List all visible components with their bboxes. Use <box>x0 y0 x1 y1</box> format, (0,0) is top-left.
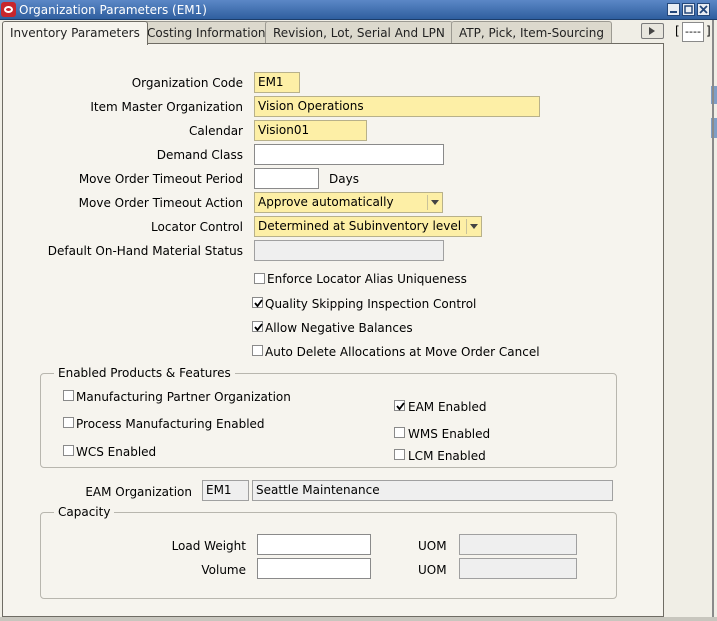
window-border <box>712 20 714 621</box>
default-onhand-status-field[interactable] <box>254 240 444 261</box>
enforce-locator-alias-checkbox[interactable] <box>254 273 265 284</box>
load-weight-uom-label: UOM <box>418 539 447 553</box>
enforce-locator-alias-label: Enforce Locator Alias Uniqueness <box>267 272 467 286</box>
move-order-timeout-action-label: Move Order Timeout Action <box>78 196 243 210</box>
calendar-label: Calendar <box>189 124 243 138</box>
default-onhand-status-label: Default On-Hand Material Status <box>47 244 243 258</box>
auto-delete-alloc-label: Auto Delete Allocations at Move Order Ca… <box>265 345 540 359</box>
window-title: Organization Parameters (EM1) <box>19 3 207 17</box>
locator-control-value: Determined at Subinventory level <box>258 219 462 233</box>
oracle-logo-icon <box>1 2 16 17</box>
dropdown-separator <box>427 195 428 210</box>
tab-list-selector[interactable]: [ ---- ] <box>675 22 711 42</box>
demand-class-label: Demand Class <box>156 148 243 162</box>
volume-uom-label: UOM <box>418 563 447 577</box>
load-weight-uom-field[interactable] <box>459 534 577 555</box>
organization-code-label: Organization Code <box>131 76 243 90</box>
eam-checkbox[interactable] <box>394 400 405 411</box>
chevron-down-icon[interactable] <box>470 224 478 229</box>
eam-org-name-field[interactable]: Seattle Maintenance <box>252 480 613 501</box>
locator-control-select[interactable]: Determined at Subinventory level <box>254 216 482 237</box>
process-manufacturing-checkbox[interactable] <box>63 417 74 428</box>
move-order-timeout-period-field[interactable] <box>254 168 319 189</box>
tab-atp-pick-item-sourcing[interactable]: ATP, Pick, Item-Sourcing <box>451 21 612 43</box>
volume-field[interactable] <box>257 558 371 579</box>
volume-label: Volume <box>201 563 246 577</box>
eam-label: EAM Enabled <box>408 400 487 414</box>
manufacturing-partner-label: Manufacturing Partner Organization <box>76 390 291 404</box>
title-bar: Organization Parameters (EM1) <box>0 0 717 20</box>
manufacturing-partner-checkbox[interactable] <box>63 390 74 401</box>
tab-costing-information[interactable]: Costing Information <box>139 21 274 43</box>
capacity-title: Capacity <box>54 505 115 519</box>
oracle-forms-window: Organization Parameters (EM1) Inventory … <box>0 0 717 621</box>
move-order-timeout-period-label: Move Order Timeout Period <box>78 172 243 186</box>
enabled-products-title: Enabled Products & Features <box>54 366 235 380</box>
item-master-org-field[interactable]: Vision Operations <box>254 96 540 117</box>
item-master-org-label: Item Master Organization <box>90 100 243 114</box>
locator-control-label: Locator Control <box>151 220 243 234</box>
calendar-field[interactable]: Vision01 <box>254 120 367 141</box>
wms-label: WMS Enabled <box>408 427 491 441</box>
eam-org-label: EAM Organization <box>85 485 192 499</box>
background-strip <box>663 20 717 621</box>
tab-list-open-bracket: [ <box>675 24 680 38</box>
status-bar <box>0 617 717 621</box>
close-icon[interactable] <box>697 3 710 16</box>
load-weight-label: Load Weight <box>171 539 246 553</box>
quality-skipping-label: Quality Skipping Inspection Control <box>265 297 477 311</box>
capacity-group <box>40 512 617 599</box>
wms-checkbox[interactable] <box>394 427 405 438</box>
minimize-icon[interactable] <box>667 3 680 16</box>
allow-negative-checkbox[interactable] <box>252 321 263 332</box>
demand-class-field[interactable] <box>254 144 444 165</box>
load-weight-field[interactable] <box>257 534 371 555</box>
organization-code-field[interactable]: EM1 <box>254 72 300 93</box>
days-unit-label: Days <box>329 172 359 186</box>
lcm-label: LCM Enabled <box>408 449 486 463</box>
move-order-timeout-action-value: Approve automatically <box>258 195 394 209</box>
maximize-icon[interactable] <box>682 3 695 16</box>
allow-negative-label: Allow Negative Balances <box>265 321 413 335</box>
move-order-timeout-action-select[interactable]: Approve automatically <box>254 192 443 213</box>
tab-list-box[interactable]: ---- <box>682 22 704 42</box>
auto-delete-alloc-checkbox[interactable] <box>252 345 263 356</box>
volume-uom-field[interactable] <box>459 558 577 579</box>
process-manufacturing-label: Process Manufacturing Enabled <box>76 417 265 431</box>
tab-inventory-parameters[interactable]: Inventory Parameters <box>2 21 148 45</box>
chevron-down-icon[interactable] <box>431 200 439 205</box>
tab-revision-lot-serial-lpn[interactable]: Revision, Lot, Serial And LPN <box>265 21 453 43</box>
wcs-checkbox[interactable] <box>63 445 74 456</box>
lcm-checkbox[interactable] <box>394 449 405 460</box>
tab-scroll-right-button[interactable] <box>641 23 664 39</box>
quality-skipping-checkbox[interactable] <box>252 297 263 308</box>
arrow-right-icon <box>649 27 655 35</box>
wcs-label: WCS Enabled <box>76 445 157 459</box>
eam-org-code-field[interactable]: EM1 <box>202 480 249 501</box>
tab-list-close-bracket: ] <box>706 24 711 38</box>
dropdown-separator <box>466 219 467 234</box>
